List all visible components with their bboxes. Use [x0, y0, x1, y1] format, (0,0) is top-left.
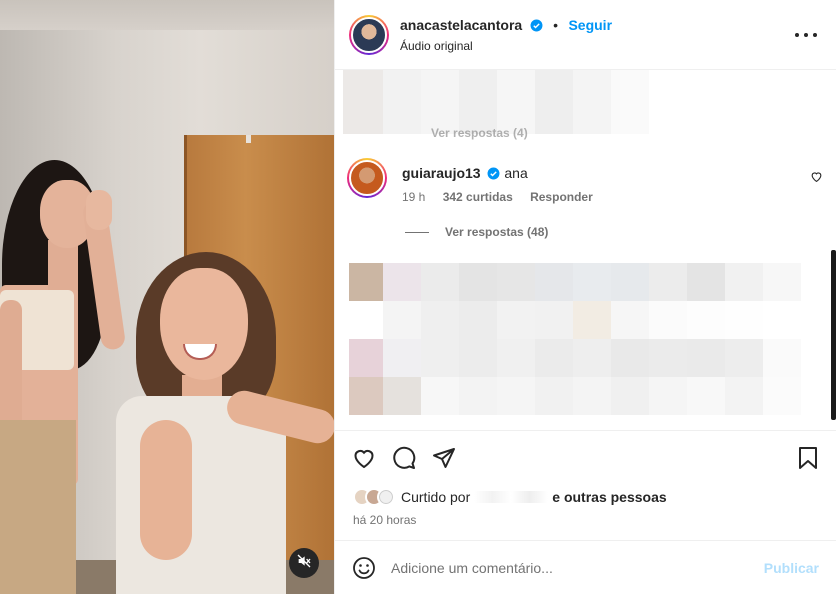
- comment-likes[interactable]: 342 curtidas: [443, 190, 513, 204]
- verified-badge-icon: [530, 19, 543, 32]
- view-replies-label: Ver respostas (48): [445, 225, 549, 239]
- post-timestamp[interactable]: há 20 horas: [353, 513, 416, 527]
- person-left-pants: [0, 420, 76, 594]
- separator-dot: •: [553, 17, 558, 33]
- heart-icon[interactable]: [351, 445, 377, 471]
- author-avatar[interactable]: [349, 15, 389, 55]
- follow-button[interactable]: Seguir: [568, 17, 612, 33]
- view-replies-top-label: Ver respostas (4): [431, 126, 528, 140]
- bookmark-icon[interactable]: [795, 445, 821, 471]
- author-avatar-image: [351, 17, 387, 53]
- more-options-icon[interactable]: [795, 26, 817, 44]
- video-door-hinge: [246, 135, 251, 143]
- mute-button[interactable]: [289, 548, 319, 578]
- add-comment-bar: Publicar: [335, 540, 836, 594]
- publish-button[interactable]: Publicar: [764, 560, 819, 576]
- verified-badge-icon: [487, 167, 500, 180]
- commenter-username[interactable]: guiaraujo13: [402, 165, 481, 181]
- view-replies-button[interactable]: Ver respostas (48): [405, 225, 548, 239]
- blurred-comment-3: [349, 339, 836, 377]
- post-modal: anacastelacantora • Seguir Áudio origina…: [0, 0, 836, 594]
- post-header: anacastelacantora • Seguir Áudio origina…: [335, 0, 836, 70]
- view-replies-line: [405, 231, 429, 233]
- post-details-panel: anacastelacantora • Seguir Áudio origina…: [334, 0, 836, 594]
- commenter-avatar[interactable]: [347, 158, 387, 198]
- comment-meta: 19 h 342 curtidas Responder: [402, 190, 607, 204]
- comment-time[interactable]: 19 h: [402, 190, 425, 204]
- liked-by-user-blurred[interactable]: [474, 491, 549, 503]
- author-username[interactable]: anacastelacantora: [400, 17, 522, 33]
- emoji-icon[interactable]: [352, 556, 376, 585]
- muted-speaker-icon: [296, 553, 312, 574]
- person-left-hand: [86, 190, 112, 230]
- comment-like-heart-icon[interactable]: [810, 170, 823, 188]
- video-ceiling: [0, 0, 334, 30]
- comment-text-line: guiaraujo13 ana: [402, 165, 528, 181]
- comment-text: ana: [504, 165, 528, 181]
- paper-plane-icon[interactable]: [431, 445, 457, 471]
- liked-by-avatars[interactable]: [353, 488, 395, 506]
- commenter-avatar-image: [349, 160, 385, 196]
- comment-bubble-icon[interactable]: [391, 445, 417, 471]
- audio-label[interactable]: Áudio original: [400, 39, 473, 53]
- liked-by-avatar: [377, 488, 395, 506]
- blurred-comment-4: [349, 377, 836, 415]
- liked-by-prefix: Curtido por: [401, 489, 471, 505]
- person-center-face: [160, 268, 248, 380]
- author-line: anacastelacantora • Seguir: [400, 17, 612, 35]
- liked-by-row: Curtido por e outras pessoas: [353, 488, 667, 506]
- view-replies-top[interactable]: Ver respostas (4): [431, 126, 528, 140]
- liked-by-suffix[interactable]: e outras pessoas: [552, 489, 666, 505]
- comments-list[interactable]: Ver respostas (4) guiaraujo13 ana 19 h 3…: [335, 70, 836, 430]
- blurred-comment-1: [349, 263, 836, 301]
- comments-scrollbar[interactable]: [831, 250, 836, 420]
- person-center-arm: [140, 420, 192, 560]
- blurred-comment-top: [343, 70, 683, 134]
- reel-video[interactable]: [0, 0, 334, 594]
- blurred-comment-2: [349, 301, 836, 339]
- reply-button[interactable]: Responder: [530, 190, 593, 204]
- comment-input[interactable]: [391, 557, 741, 579]
